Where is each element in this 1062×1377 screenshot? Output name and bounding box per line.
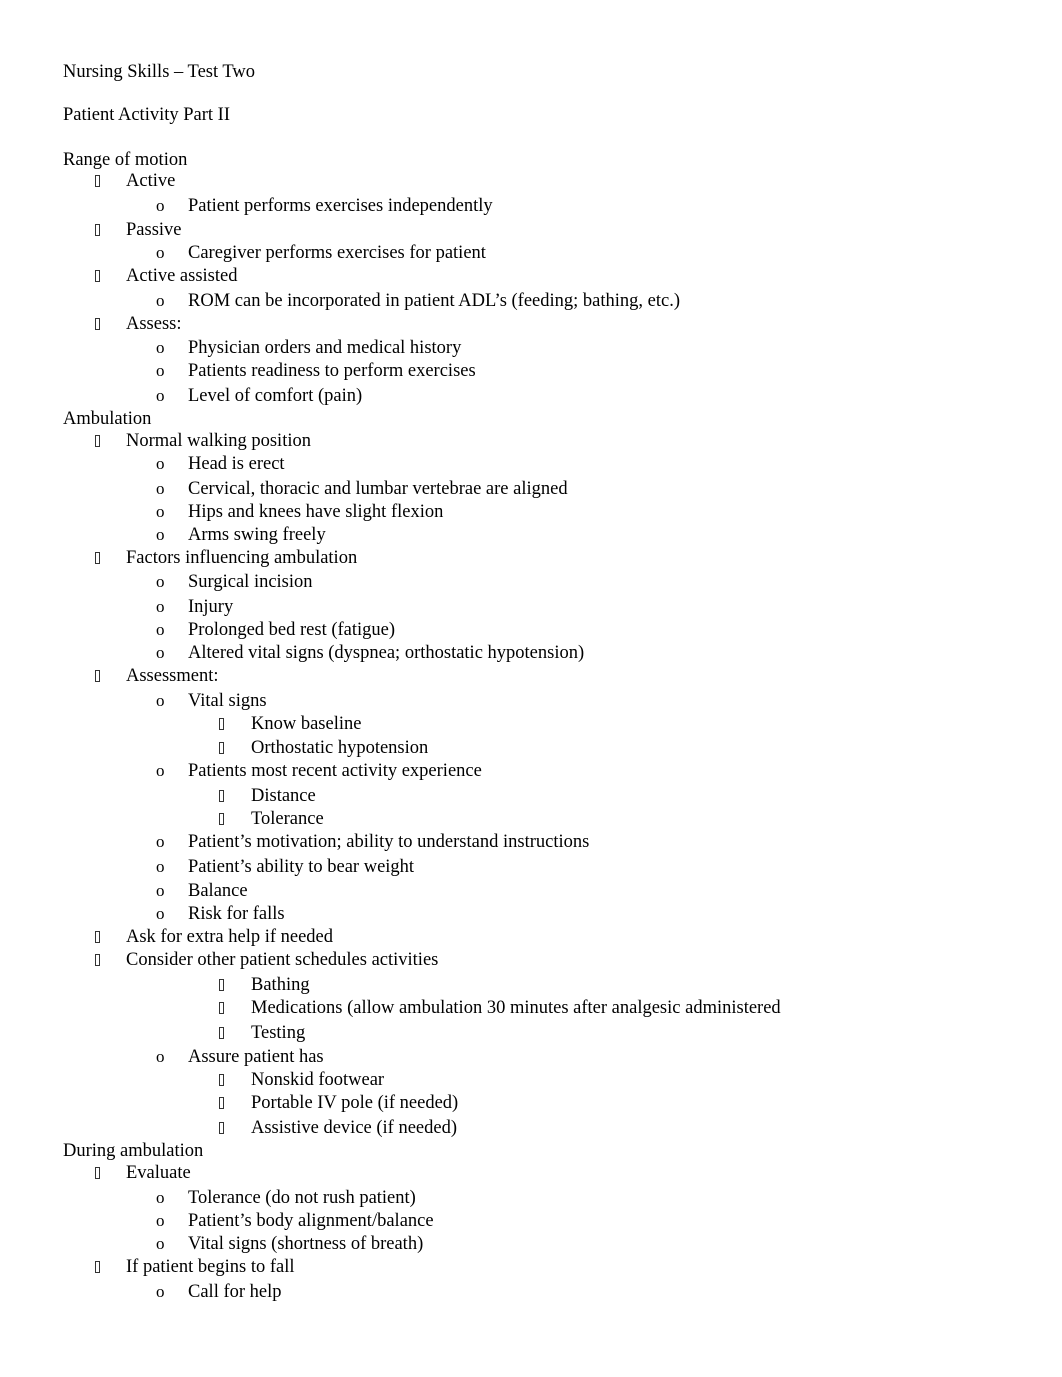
list-item-text: Passive	[126, 220, 182, 240]
list-item-text: Portable IV pole (if needed)	[251, 1093, 459, 1113]
list-item-text: Active	[126, 171, 176, 191]
circle-bullet-icon: o	[156, 620, 165, 639]
list-item-text: Call for help	[188, 1282, 282, 1302]
missing-glyph-bullet-icon	[219, 974, 224, 997]
circle-bullet-icon: o	[156, 479, 165, 498]
list-item-text: Cervical, thoracic and lumbar vertebrae …	[188, 479, 568, 499]
list-item-text: Vital signs (shortness of breath)	[188, 1234, 424, 1254]
list-item-text: If patient begins to fall	[126, 1257, 295, 1277]
list-item-text: Ask for extra help if needed	[126, 927, 334, 947]
list-item-text: ROM can be incorporated in patient ADL’s…	[188, 291, 681, 311]
list-item-text: Normal walking position	[126, 431, 311, 451]
missing-glyph-bullet-icon	[219, 737, 224, 760]
missing-glyph-bullet-icon	[95, 665, 100, 688]
missing-glyph-bullet-icon	[95, 926, 100, 949]
circle-bullet-icon: o	[156, 1047, 165, 1066]
list-item-text: Hips and knees have slight flexion	[188, 502, 444, 522]
missing-glyph-bullet-icon	[219, 808, 224, 831]
list-item-text: Risk for falls	[188, 904, 285, 924]
list-item-text: Nonskid footwear	[251, 1070, 385, 1090]
circle-bullet-icon: o	[156, 502, 165, 521]
list-item-text: Orthostatic hypotension	[251, 738, 429, 758]
circle-bullet-icon: o	[156, 643, 165, 662]
missing-glyph-bullet-icon	[219, 1117, 224, 1140]
missing-glyph-bullet-icon	[219, 1069, 224, 1092]
missing-glyph-bullet-icon	[219, 785, 224, 808]
circle-bullet-icon: o	[156, 243, 165, 262]
missing-glyph-bullet-icon	[219, 1092, 224, 1115]
circle-bullet-icon: o	[156, 196, 165, 215]
missing-glyph-bullet-icon	[95, 1256, 100, 1279]
list-item-text: Injury	[188, 597, 234, 617]
list-item-text: Level of comfort (pain)	[188, 386, 363, 406]
circle-bullet-icon: o	[156, 525, 165, 544]
missing-glyph-bullet-icon	[95, 170, 100, 193]
missing-glyph-bullet-icon	[95, 313, 100, 336]
circle-bullet-icon: o	[156, 761, 165, 780]
list-item-text: Physician orders and medical history	[188, 338, 462, 358]
section-heading-text: Range of motion	[63, 150, 188, 170]
missing-glyph-bullet-icon	[95, 265, 100, 288]
missing-glyph-bullet-icon	[219, 1022, 224, 1045]
list-item-text: Balance	[188, 881, 248, 901]
list-item-text: Vital signs	[188, 691, 267, 711]
list-item-text: Consider other patient schedules activit…	[126, 950, 439, 970]
list-item-text: Tolerance	[251, 809, 324, 829]
circle-bullet-icon: o	[156, 691, 165, 710]
circle-bullet-icon: o	[156, 832, 165, 851]
section-heading-text: Ambulation	[63, 409, 152, 429]
circle-bullet-icon: o	[156, 857, 165, 876]
list-item-text: Medications (allow ambulation 30 minutes…	[251, 998, 781, 1018]
list-item-text: Altered vital signs (dyspnea; orthostati…	[188, 643, 585, 663]
list-item-text: Patient performs exercises independently	[188, 196, 493, 216]
missing-glyph-bullet-icon	[95, 949, 100, 972]
circle-bullet-icon: o	[156, 1282, 165, 1301]
missing-glyph-bullet-icon	[95, 430, 100, 453]
circle-bullet-icon: o	[156, 881, 165, 900]
list-item-text: Surgical incision	[188, 572, 313, 592]
missing-glyph-bullet-icon	[219, 713, 224, 736]
circle-bullet-icon: o	[156, 597, 165, 616]
list-item-text: Factors influencing ambulation	[126, 548, 358, 568]
circle-bullet-icon: o	[156, 338, 165, 357]
list-item-text: Assessment:	[126, 666, 219, 686]
list-item-text: Patients most recent activity experience	[188, 761, 482, 781]
list-item-text: Know baseline	[251, 714, 362, 734]
circle-bullet-icon: o	[156, 291, 165, 310]
list-item-text: Patients readiness to perform exercises	[188, 361, 476, 381]
list-item-text: Testing	[251, 1023, 306, 1043]
circle-bullet-icon: o	[156, 572, 165, 591]
circle-bullet-icon: o	[156, 386, 165, 405]
list-item-text: Tolerance (do not rush patient)	[188, 1188, 416, 1208]
list-item-text: Arms swing freely	[188, 525, 326, 545]
list-item-text: Patient’s ability to bear weight	[188, 857, 415, 877]
circle-bullet-icon: o	[156, 1234, 165, 1253]
list-item-text: Distance	[251, 786, 316, 806]
list-item-text: Bathing	[251, 975, 310, 995]
list-item-text: Caregiver performs exercises for patient	[188, 243, 486, 263]
document-title-text: Nursing Skills – Test Two	[63, 62, 256, 82]
list-item-text: Assistive device (if needed)	[251, 1118, 457, 1138]
list-item-text: Head is erect	[188, 454, 285, 474]
circle-bullet-icon: o	[156, 904, 165, 923]
missing-glyph-bullet-icon	[95, 1162, 100, 1185]
circle-bullet-icon: o	[156, 1211, 165, 1230]
list-item-text: Evaluate	[126, 1163, 191, 1183]
list-item-text: Assure patient has	[188, 1047, 324, 1067]
section-subtitle-text: Patient Activity Part II	[63, 105, 230, 125]
circle-bullet-icon: o	[156, 1188, 165, 1207]
list-item-text: Patient’s motivation; ability to underst…	[188, 832, 590, 852]
missing-glyph-bullet-icon	[95, 547, 100, 570]
list-item-text: Patient’s body alignment/balance	[188, 1211, 434, 1231]
circle-bullet-icon: o	[156, 454, 165, 473]
missing-glyph-bullet-icon	[95, 219, 100, 242]
list-item-text: Assess:	[126, 314, 182, 334]
section-heading-text: During ambulation	[63, 1141, 204, 1161]
missing-glyph-bullet-icon	[219, 997, 224, 1020]
list-item-text: Active assisted	[126, 266, 238, 286]
list-item-text: Prolonged bed rest (fatigue)	[188, 620, 396, 640]
circle-bullet-icon: o	[156, 361, 165, 380]
